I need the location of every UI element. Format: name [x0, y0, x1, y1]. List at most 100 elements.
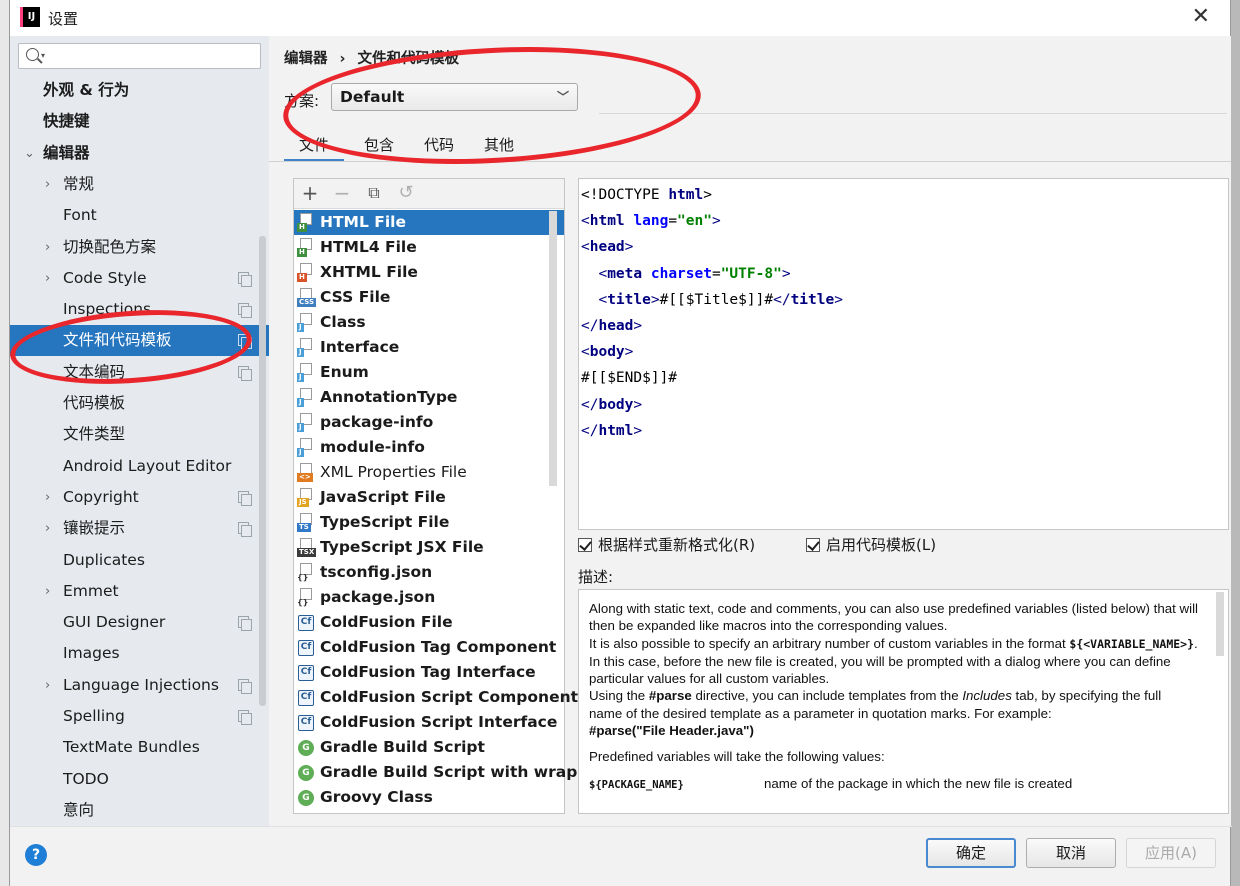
chevron-right-icon[interactable]: ›	[45, 263, 50, 294]
project-scope-icon	[238, 678, 252, 694]
sidebar-item[interactable]: 文本编码	[10, 357, 269, 388]
settings-dialog: IJ 设置 ✕ ▾ 外观 & 行为 快捷键 ⌄ 编辑器 › 常规 Font › 切换配色方案 › C…	[9, 0, 1232, 886]
sidebar-item[interactable]: 快捷键	[10, 106, 269, 137]
java-file-icon: J	[297, 413, 315, 432]
close-icon[interactable]: ✕	[1192, 4, 1210, 29]
template-list-item[interactable]: <> XML Properties File	[294, 460, 564, 485]
divider	[599, 113, 1227, 114]
chevron-right-icon[interactable]: ›	[45, 232, 50, 263]
template-list-item[interactable]: CSS CSS File	[294, 285, 564, 310]
sidebar-item[interactable]: 代码模板	[10, 388, 269, 419]
sidebar-item[interactable]: Android Layout Editor	[10, 451, 269, 482]
search-history-caret-icon[interactable]: ▾	[41, 51, 45, 60]
scheme-dropdown[interactable]: Default ﹀	[331, 83, 578, 111]
template-list-item[interactable]: TSX TypeScript JSX File	[294, 535, 564, 560]
cancel-button[interactable]: 取消	[1026, 838, 1116, 868]
sidebar-item[interactable]: 文件类型	[10, 419, 269, 450]
search-input[interactable]	[53, 46, 253, 66]
template-list-item[interactable]: G Gradle Build Script with wrapper	[294, 760, 607, 785]
template-code-editor[interactable]: <!DOCTYPE html> <html lang="en"> <head> <m…	[578, 178, 1229, 530]
tsx-file-icon: TSX	[297, 538, 317, 557]
sidebar-item[interactable]: Images	[10, 638, 269, 669]
java-file-icon: J	[297, 438, 315, 457]
code-line: </head>	[581, 317, 643, 334]
chevron-right-icon[interactable]: ›	[45, 169, 50, 200]
description-label: 描述:	[578, 568, 614, 586]
sidebar-item[interactable]: Inspections	[10, 294, 269, 325]
chevron-right-icon[interactable]: ›	[45, 576, 50, 607]
chevron-right-icon[interactable]: ›	[45, 482, 50, 513]
template-list-item[interactable]: Jmodule-info	[294, 435, 564, 460]
template-list-scrollbar[interactable]	[549, 211, 557, 486]
sidebar-item[interactable]: Spelling	[10, 701, 269, 732]
sidebar-item[interactable]: › 常规	[10, 169, 269, 200]
chevron-right-icon[interactable]: ›	[45, 513, 50, 544]
chevron-right-icon[interactable]: ›	[45, 670, 50, 701]
sidebar-item[interactable]: TextMate Bundles	[10, 732, 269, 763]
template-list-item[interactable]: Cf ColdFusion Tag Component	[294, 635, 564, 660]
sidebar-item-label: Android Layout Editor	[63, 456, 232, 475]
settings-sidebar: ▾ 外观 & 行为 快捷键 ⌄ 编辑器 › 常规 Font › 切换配色方案 › Code Styl…	[10, 36, 269, 826]
breadcrumb: 编辑器 › 文件和代码模板	[284, 47, 459, 68]
tab-files[interactable]: 文件	[284, 134, 344, 162]
tab-other[interactable]: 其他	[474, 134, 524, 162]
sidebar-item[interactable]: 外观 & 行为	[10, 75, 269, 106]
html-file-icon: H	[297, 213, 315, 232]
template-list-item[interactable]: Jpackage-info	[294, 410, 564, 435]
template-list-item[interactable]: H XHTML File	[294, 260, 564, 285]
copy-template-button[interactable]: ⧉	[363, 182, 385, 204]
ok-button[interactable]: 确定	[926, 838, 1016, 868]
reformat-checkbox[interactable]: 根据样式重新格式化(R)	[578, 534, 755, 555]
enable-live-template-checkbox[interactable]: 启用代码模板(L)	[806, 534, 936, 555]
sidebar-item[interactable]: Duplicates	[10, 545, 269, 576]
sidebar-item-label: 代码模板	[63, 394, 126, 412]
project-scope-icon	[238, 303, 252, 319]
chevron-down-icon[interactable]: ⌄	[24, 138, 35, 169]
settings-search[interactable]: ▾	[18, 43, 261, 69]
template-list-item[interactable]: G Gradle Build Script	[294, 735, 564, 760]
sidebar-item[interactable]: 意向	[10, 795, 269, 826]
sidebar-item[interactable]: › 切换配色方案	[10, 232, 269, 263]
remove-template-button[interactable]: −	[331, 182, 353, 204]
description-scrollbar[interactable]	[1216, 592, 1224, 656]
template-list-item[interactable]: J Class	[294, 310, 564, 335]
add-template-button[interactable]: +	[299, 182, 321, 204]
tab-includes[interactable]: 包含	[354, 134, 404, 162]
sidebar-item[interactable]: GUI Designer	[10, 607, 269, 638]
checkbox-checked-icon[interactable]	[806, 538, 820, 552]
template-list-item[interactable]: G Groovy Class	[294, 785, 564, 810]
template-list-item[interactable]: Cf ColdFusion Script Component	[294, 685, 578, 710]
apply-button[interactable]: 应用(A)	[1126, 838, 1216, 868]
template-list-item[interactable]: J Enum	[294, 360, 564, 385]
template-list-item[interactable]: Cf ColdFusion Script Interface	[294, 710, 564, 735]
help-icon[interactable]: ?	[25, 844, 47, 866]
reset-template-button[interactable]: ↺	[395, 182, 417, 204]
template-list-item[interactable]: J Interface	[294, 335, 564, 360]
template-list-item[interactable]: TS TypeScript File	[294, 510, 564, 535]
sidebar-item[interactable]: 文件和代码模板	[10, 325, 269, 357]
checkbox-checked-icon[interactable]	[578, 538, 592, 552]
template-list-item[interactable]: J AnnotationType	[294, 385, 564, 410]
tab-code[interactable]: 代码	[414, 134, 464, 162]
template-list-item[interactable]: H HTML File	[294, 210, 564, 235]
sidebar-item[interactable]: › Code Style	[10, 263, 269, 294]
sidebar-item[interactable]: › 镶嵌提示	[10, 513, 269, 544]
sidebar-item[interactable]: ⌄ 编辑器	[10, 138, 269, 169]
sidebar-item[interactable]: › Emmet	[10, 576, 269, 607]
sidebar-item[interactable]: Font	[10, 200, 269, 231]
template-list-item[interactable]: Cf ColdFusion File	[294, 610, 564, 635]
breadcrumb-editor[interactable]: 编辑器	[284, 51, 328, 67]
template-list-item[interactable]: {} tsconfig.json	[294, 560, 564, 585]
template-list-item[interactable]: H HTML4 File	[294, 235, 564, 260]
sidebar-item[interactable]: › Language Injections	[10, 670, 269, 701]
sidebar-scrollbar[interactable]	[259, 236, 266, 706]
sidebar-item[interactable]: TODO	[10, 764, 269, 795]
cf-file-icon: Cf	[297, 713, 315, 732]
template-list-item[interactable]: JS JavaScript File	[294, 485, 564, 510]
code-line: </html>	[581, 422, 643, 439]
template-list-item[interactable]: {} package.json	[294, 585, 564, 610]
sidebar-item[interactable]: › Copyright	[10, 482, 269, 513]
project-scope-icon	[238, 490, 252, 506]
template-name: ColdFusion Script Interface	[320, 713, 558, 731]
template-list-item[interactable]: Cf ColdFusion Tag Interface	[294, 660, 564, 685]
